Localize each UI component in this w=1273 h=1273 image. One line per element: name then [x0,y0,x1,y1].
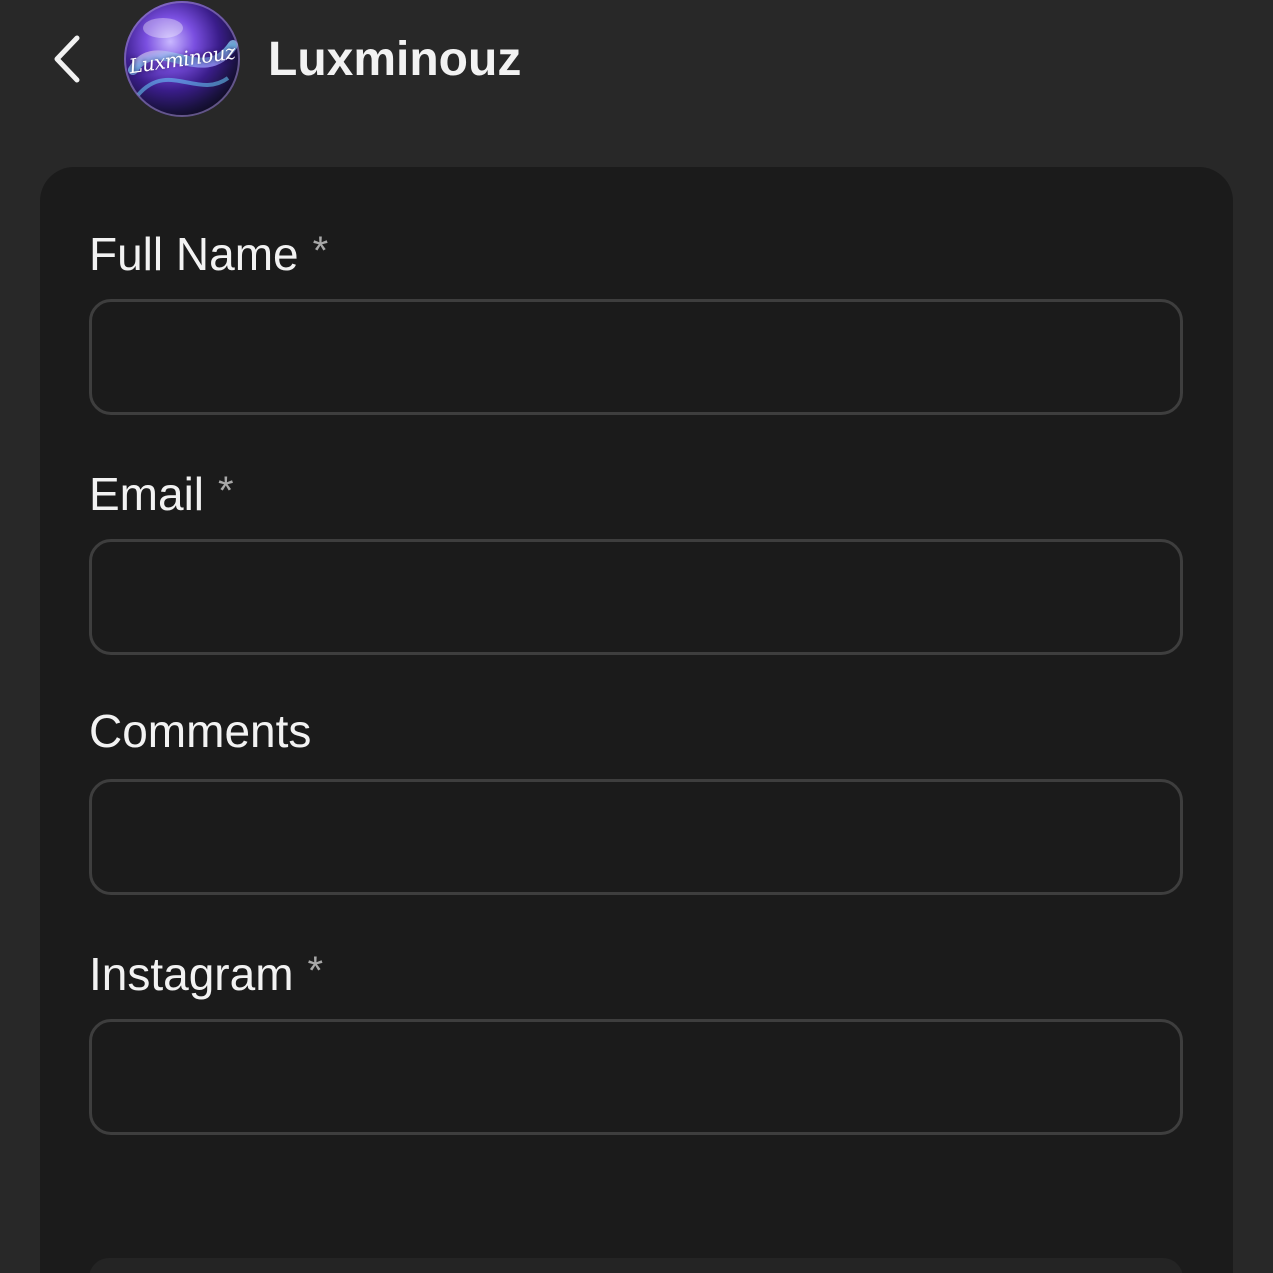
email-label: Email * [89,464,234,521]
instagram-label: Instagram * [89,944,323,1001]
required-asterisk: * [218,469,234,513]
email-input[interactable] [89,539,1183,655]
full-name-input[interactable] [89,299,1183,415]
chevron-left-icon [54,35,80,83]
avatar-logo-text: Luxminouz [127,39,237,79]
avatar[interactable]: Luxminouz [123,0,241,118]
form-page: Luxminouz Luxminouz Full Name * Email * Co… [0,0,1273,1273]
required-asterisk: * [312,229,329,273]
comments-label-text: Comments [89,705,312,757]
submit-button-partial[interactable] [89,1258,1183,1273]
back-button[interactable] [40,28,92,90]
full-name-label-text: Full Name [89,228,299,280]
header: Luxminouz Luxminouz [0,0,1273,120]
comments-label: Comments [89,704,311,758]
comments-input[interactable] [89,779,1183,895]
required-asterisk: * [307,949,324,993]
page-title: Luxminouz [268,33,522,86]
instagram-label-text: Instagram [89,948,294,1000]
email-label-text: Email [89,468,205,520]
instagram-input[interactable] [89,1019,1183,1135]
full-name-label: Full Name * [89,224,328,281]
